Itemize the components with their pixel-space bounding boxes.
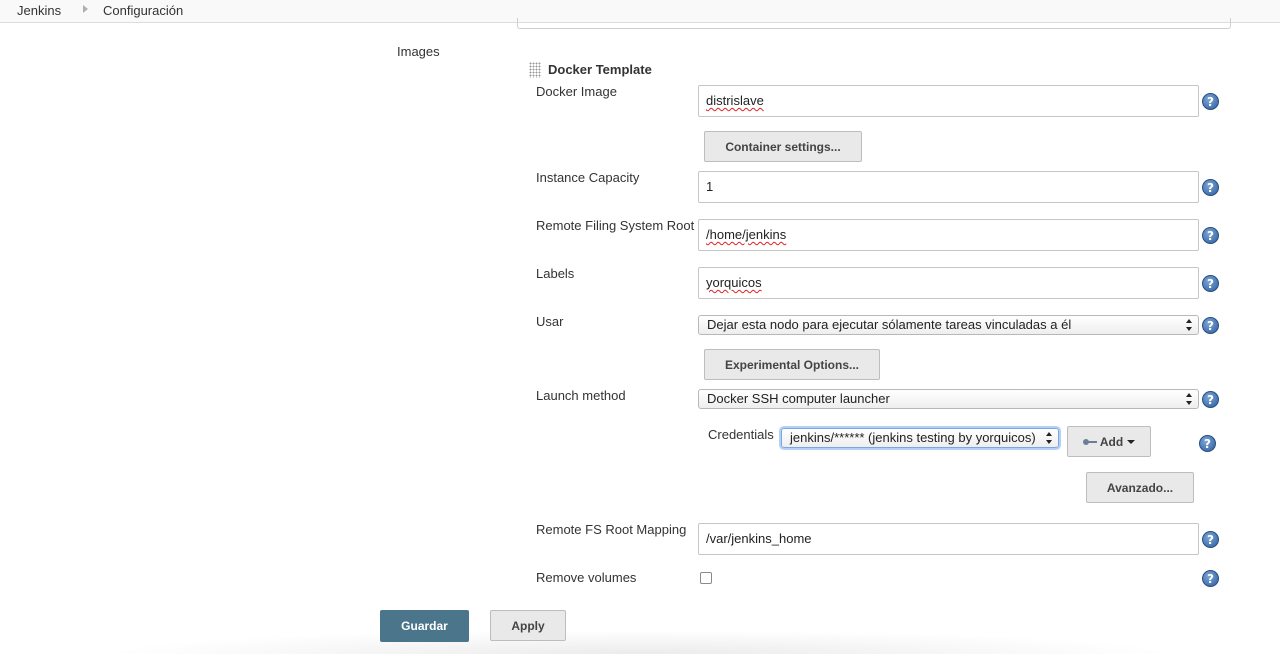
help-icon[interactable]: ?	[1202, 227, 1219, 244]
help-icon[interactable]: ?	[1202, 275, 1219, 292]
docker-image-value: distrislave	[706, 93, 764, 108]
drag-handle-icon[interactable]	[529, 62, 541, 78]
help-icon[interactable]: ?	[1202, 531, 1219, 548]
select-arrows-icon	[1186, 319, 1193, 331]
docker-image-label: Docker Image	[536, 84, 617, 99]
footer-shadow	[100, 630, 1180, 654]
docker-template-title: Docker Template	[548, 62, 652, 77]
remote-fs-root-mapping-input[interactable]: /var/jenkins_home	[698, 523, 1199, 555]
breadcrumb-separator-icon	[83, 5, 88, 13]
help-icon[interactable]: ?	[1202, 570, 1219, 587]
apply-button[interactable]: Apply	[490, 610, 566, 641]
credentials-select[interactable]: jenkins/****** (jenkins testing by yorqu…	[781, 428, 1059, 448]
help-icon[interactable]: ?	[1202, 317, 1219, 334]
launch-method-label: Launch method	[536, 388, 626, 403]
remove-volumes-label: Remove volumes	[536, 570, 637, 585]
credentials-select-value: jenkins/****** (jenkins testing by yorqu…	[790, 430, 1036, 445]
help-icon[interactable]: ?	[1202, 391, 1219, 408]
usage-select[interactable]: Dejar esta nodo para ejecutar sólamente …	[698, 315, 1199, 335]
add-credentials-button[interactable]: Add	[1067, 426, 1151, 457]
labels-label: Labels	[536, 266, 575, 281]
usage-label: Usar	[536, 314, 564, 329]
add-button-label: Add	[1099, 434, 1124, 449]
images-label: Images	[397, 44, 440, 59]
caret-down-icon	[1127, 439, 1136, 444]
breadcrumb-jenkins[interactable]: Jenkins	[17, 3, 61, 18]
credentials-label: Credentials	[708, 427, 774, 442]
help-icon[interactable]: ?	[1202, 179, 1219, 196]
instance-capacity-input[interactable]: 1	[698, 171, 1199, 203]
experimental-options-button[interactable]: Experimental Options...	[704, 349, 880, 380]
select-arrows-icon	[1186, 393, 1193, 405]
help-icon[interactable]: ?	[1199, 435, 1216, 452]
instance-capacity-label: Instance Capacity	[536, 170, 640, 185]
breadcrumb-configuracion[interactable]: Configuración	[103, 3, 183, 18]
previous-section-frame	[517, 18, 1231, 29]
launch-method-select-value: Docker SSH computer launcher	[707, 391, 890, 406]
remote-fs-root-value: /home/jenkins	[706, 227, 787, 242]
save-button[interactable]: Guardar	[380, 610, 469, 642]
remote-fs-root-mapping-label: Remote FS Root Mapping	[536, 522, 687, 537]
advanced-button[interactable]: Avanzado...	[1086, 472, 1194, 503]
labels-input[interactable]: yorquicos	[698, 267, 1199, 299]
remote-fs-root-input[interactable]: /home/jenkins	[698, 219, 1199, 251]
container-settings-button[interactable]: Container settings...	[704, 131, 862, 162]
docker-image-input[interactable]: distrislave	[698, 85, 1199, 117]
key-icon	[1082, 438, 1097, 446]
usage-select-value: Dejar esta nodo para ejecutar sólamente …	[707, 317, 1072, 332]
labels-value: yorquicos	[706, 275, 762, 290]
remote-fs-root-label: Remote Filing System Root	[536, 218, 695, 233]
remove-volumes-checkbox[interactable]	[700, 572, 712, 584]
help-icon[interactable]: ?	[1202, 93, 1219, 110]
launch-method-select[interactable]: Docker SSH computer launcher	[698, 389, 1199, 409]
select-arrows-icon	[1046, 432, 1053, 444]
